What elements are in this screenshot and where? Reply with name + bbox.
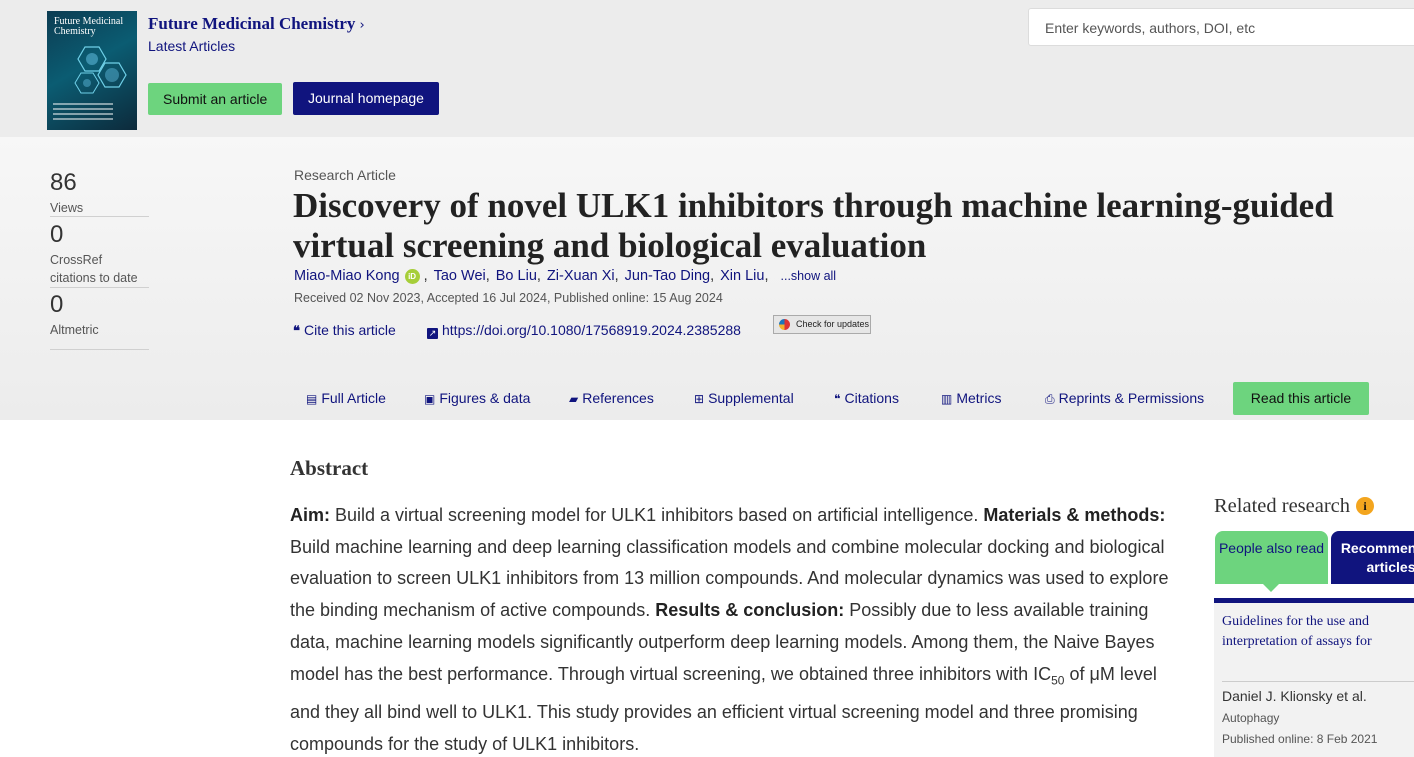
related-article-card: Guidelines for the use and interpretatio… bbox=[1214, 603, 1414, 757]
related-card-divider bbox=[1222, 681, 1414, 682]
related-article-date: Published online: 8 Feb 2021 bbox=[1222, 732, 1378, 746]
altmetric-count[interactable]: 0 bbox=[50, 291, 63, 319]
tab-supplemental[interactable]: ⊞ Supplemental bbox=[694, 390, 794, 406]
related-research-heading: Related research i bbox=[1214, 495, 1375, 518]
article-title: Discovery of novel ULK1 inhibitors throu… bbox=[293, 186, 1334, 265]
plus-icon: ⊞ bbox=[694, 392, 705, 406]
image-icon: ▣ bbox=[424, 392, 436, 406]
read-article-button[interactable]: Read this article bbox=[1233, 382, 1369, 415]
author-list: Miao-Miao Kong iD, Tao Wei, Bo Liu, Zi-Xuan … bbox=[294, 268, 837, 284]
views-label: Views bbox=[50, 201, 84, 215]
cite-article-link[interactable]: ❝ Cite this article bbox=[293, 322, 396, 339]
show-all-authors-link[interactable]: ...show all bbox=[781, 269, 837, 283]
crossmark-icon bbox=[779, 319, 790, 330]
quote-icon: ❝ bbox=[834, 392, 841, 406]
author-link[interactable]: Jun-Tao Ding bbox=[625, 268, 710, 284]
metric-divider bbox=[50, 349, 149, 350]
metric-divider bbox=[50, 287, 149, 288]
tab-recommended-articles[interactable]: Recommended articles bbox=[1331, 531, 1414, 584]
quote-icon: ❝ bbox=[293, 324, 300, 339]
search-input[interactable]: Enter keywords, authors, DOI, etc bbox=[1028, 8, 1414, 46]
article-type: Research Article bbox=[294, 167, 396, 183]
related-article-journal: Autophagy bbox=[1222, 711, 1280, 725]
tab-full-article[interactable]: ▤ Full Article bbox=[306, 390, 386, 406]
tab-figures-data[interactable]: ▣ Figures & data bbox=[424, 390, 530, 406]
cover-title: Future Medicinal Chemistry bbox=[54, 16, 124, 37]
author-link[interactable]: Zi-Xuan Xi bbox=[547, 268, 615, 284]
altmetric-label[interactable]: Altmetric bbox=[50, 321, 99, 339]
publication-dates: Received 02 Nov 2023, Accepted 16 Jul 20… bbox=[294, 291, 723, 305]
tab-people-also-read[interactable]: People also read bbox=[1215, 531, 1328, 584]
doi-link[interactable]: ↗ https://doi.org/10.1080/17568919.2024.2… bbox=[427, 322, 741, 339]
author-link[interactable]: Tao Wei bbox=[434, 268, 486, 284]
submit-article-button[interactable]: Submit an article bbox=[148, 83, 283, 115]
tab-references[interactable]: ▰ References bbox=[569, 390, 654, 406]
molecule-hexagon-icon bbox=[74, 46, 127, 94]
crossref-label[interactable]: CrossRef citations to date bbox=[50, 251, 150, 287]
document-icon: ▤ bbox=[306, 392, 318, 406]
bar-chart-icon: ▥ bbox=[941, 392, 953, 406]
tab-reprints-permissions[interactable]: ⎙ Reprints & Permissions bbox=[1045, 390, 1204, 407]
cover-text-lines bbox=[53, 103, 113, 123]
abstract-text: Aim: Build a virtual screening model for… bbox=[290, 505, 1169, 754]
related-article-author: Daniel J. Klionsky et al. bbox=[1222, 688, 1367, 704]
author-link[interactable]: Bo Liu bbox=[496, 268, 537, 284]
external-link-icon: ↗ bbox=[427, 328, 438, 339]
views-count: 86 bbox=[50, 169, 77, 196]
journal-cover-image[interactable]: Future Medicinal Chemistry bbox=[47, 11, 137, 130]
author-link[interactable]: Xin Liu bbox=[720, 268, 764, 284]
printer-icon: ⎙ bbox=[1045, 392, 1055, 406]
crossref-count[interactable]: 0 bbox=[50, 221, 63, 249]
abstract-heading: Abstract bbox=[290, 456, 369, 480]
author-link[interactable]: Miao-Miao Kong bbox=[294, 268, 400, 284]
related-article-title-link[interactable]: Guidelines for the use and interpretatio… bbox=[1222, 612, 1414, 652]
chevron-right-icon: › bbox=[359, 18, 365, 33]
tab-citations[interactable]: ❝ Citations bbox=[834, 390, 899, 406]
book-icon: ▰ bbox=[569, 392, 579, 406]
journal-homepage-button[interactable]: Journal homepage bbox=[293, 82, 439, 115]
info-icon[interactable]: i bbox=[1356, 497, 1375, 515]
orcid-icon[interactable]: iD bbox=[404, 269, 420, 284]
journal-title-link[interactable]: Future Medicinal Chemistry › bbox=[148, 14, 365, 34]
metric-divider bbox=[50, 216, 149, 217]
tab-metrics[interactable]: ▥ Metrics bbox=[941, 390, 1001, 406]
check-for-updates-button[interactable]: Check for updates bbox=[773, 315, 871, 334]
latest-articles-link[interactable]: Latest Articles bbox=[148, 38, 235, 54]
active-tab-pointer bbox=[1263, 584, 1279, 592]
